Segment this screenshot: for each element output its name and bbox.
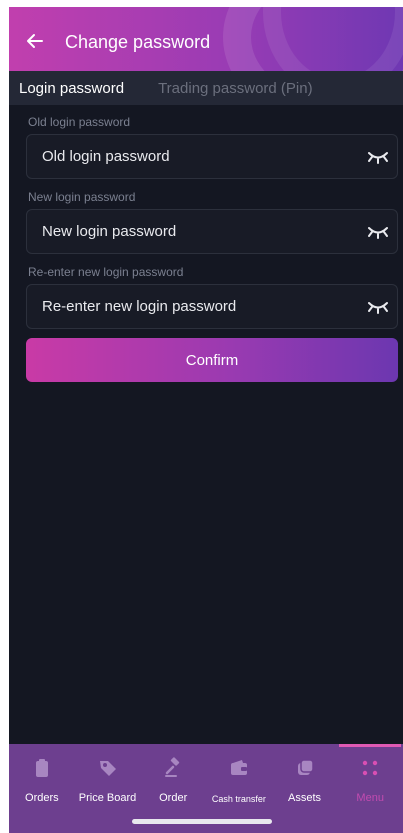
tab-login-password[interactable]: Login password [9, 80, 134, 97]
nav-item-assets[interactable]: Assets [272, 744, 338, 833]
old-password-field [26, 134, 398, 179]
eye-closed-icon[interactable] [367, 223, 389, 241]
nav-label: Cash transfer [211, 794, 266, 804]
clipboard-icon [35, 759, 48, 777]
tab-trading-password[interactable]: Trading password (Pin) [134, 80, 323, 97]
header-decoration [263, 7, 403, 71]
nav-label: Menu [356, 792, 384, 804]
menu-dots-icon [362, 760, 378, 776]
confirm-button[interactable]: Confirm [26, 338, 398, 382]
new-password-input[interactable] [42, 223, 342, 240]
coins-icon [297, 759, 314, 775]
arrow-left-icon [27, 34, 43, 48]
nav-label: Price Board [78, 792, 137, 804]
home-indicator[interactable] [132, 819, 272, 824]
reenter-password-field [26, 284, 398, 329]
eye-closed-icon[interactable] [367, 298, 389, 316]
nav-item-menu[interactable]: Menu [337, 744, 403, 833]
wallet-icon [230, 760, 247, 775]
reenter-password-label: Re-enter new login password [28, 265, 184, 279]
nav-label: Assets [288, 792, 322, 804]
nav-item-price-board[interactable]: Price Board [75, 744, 141, 833]
page-title: Change password [65, 32, 211, 52]
new-password-field [26, 209, 398, 254]
price-tag-icon [99, 761, 116, 776]
app-header: Change password [9, 7, 403, 71]
nav-label: Orders [25, 792, 59, 804]
new-password-label: New login password [28, 190, 136, 204]
back-button[interactable] [23, 29, 47, 53]
password-tabs: Login password Trading password (Pin) [9, 71, 403, 105]
active-indicator [339, 744, 402, 747]
reenter-password-input[interactable] [42, 298, 342, 315]
old-password-input[interactable] [42, 148, 342, 165]
nav-label: Order [159, 792, 188, 804]
old-password-label: Old login password [28, 115, 131, 129]
app-screen: Change password Login password Trading p… [9, 7, 403, 833]
nav-item-orders[interactable]: Orders [9, 744, 75, 833]
eye-closed-icon[interactable] [367, 148, 389, 166]
gavel-icon [165, 757, 180, 777]
